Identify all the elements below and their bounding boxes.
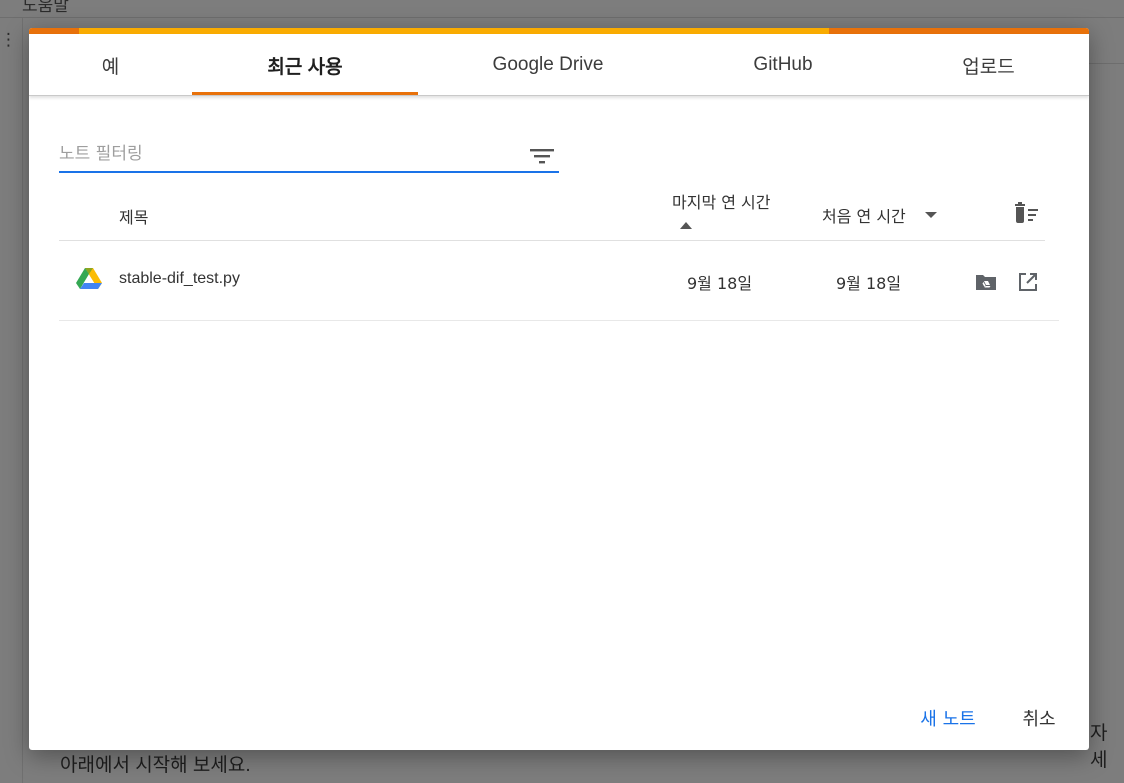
background-divider	[22, 18, 23, 783]
column-header-last-opened[interactable]: 마지막 연 시간	[672, 189, 782, 213]
background-body-text: 아래에서 시작해 보세요.	[60, 755, 251, 776]
column-header-first-opened[interactable]: 처음 연 시간	[822, 203, 906, 227]
notebook-row[interactable]: stable-dif_test.py 9월 18일 9월 18일	[59, 241, 1059, 321]
background-right-text: 자세	[1090, 723, 1108, 771]
tab-upload[interactable]: 업로드	[888, 34, 1089, 96]
background-side-glyph: ⋮	[0, 30, 17, 49]
notebook-name[interactable]: stable-dif_test.py	[119, 270, 240, 288]
google-drive-icon	[76, 268, 102, 289]
tab-recent[interactable]: 최근 사용	[192, 34, 418, 96]
cancel-button[interactable]: 취소	[1011, 702, 1067, 734]
notebook-first-opened: 9월 18일	[836, 274, 902, 293]
open-in-new-tab-icon[interactable]	[1017, 271, 1039, 293]
column-header-title: 제목	[119, 208, 149, 227]
dialog-tabs: 예 최근 사용 Google Drive GitHub 업로드	[29, 34, 1089, 96]
tab-google-drive[interactable]: Google Drive	[418, 34, 678, 96]
tab-github[interactable]: GitHub	[678, 34, 888, 96]
new-notebook-button[interactable]: 새 노트	[913, 702, 983, 734]
background-menu-help: 도움말	[22, 0, 69, 15]
sort-ascending-icon[interactable]	[680, 222, 692, 229]
filter-list-icon[interactable]	[529, 146, 555, 166]
table-header: 제목 마지막 연 시간 처음 연 시간	[59, 178, 1045, 241]
delete-sweep-icon[interactable]	[1012, 201, 1042, 225]
notebook-last-opened: 9월 18일	[687, 274, 753, 293]
filter-field	[59, 136, 559, 173]
sort-descending-icon[interactable]	[925, 212, 937, 218]
background-menubar	[0, 0, 1124, 18]
open-notebook-dialog: 예 최근 사용 Google Drive GitHub 업로드 제목 마지막 연…	[29, 28, 1089, 750]
active-tab-indicator	[192, 92, 418, 95]
filter-notes-input[interactable]	[59, 142, 509, 166]
background-divider-right	[1089, 63, 1124, 64]
drive-folder-icon[interactable]	[975, 273, 997, 291]
tab-examples[interactable]: 예	[29, 34, 192, 96]
